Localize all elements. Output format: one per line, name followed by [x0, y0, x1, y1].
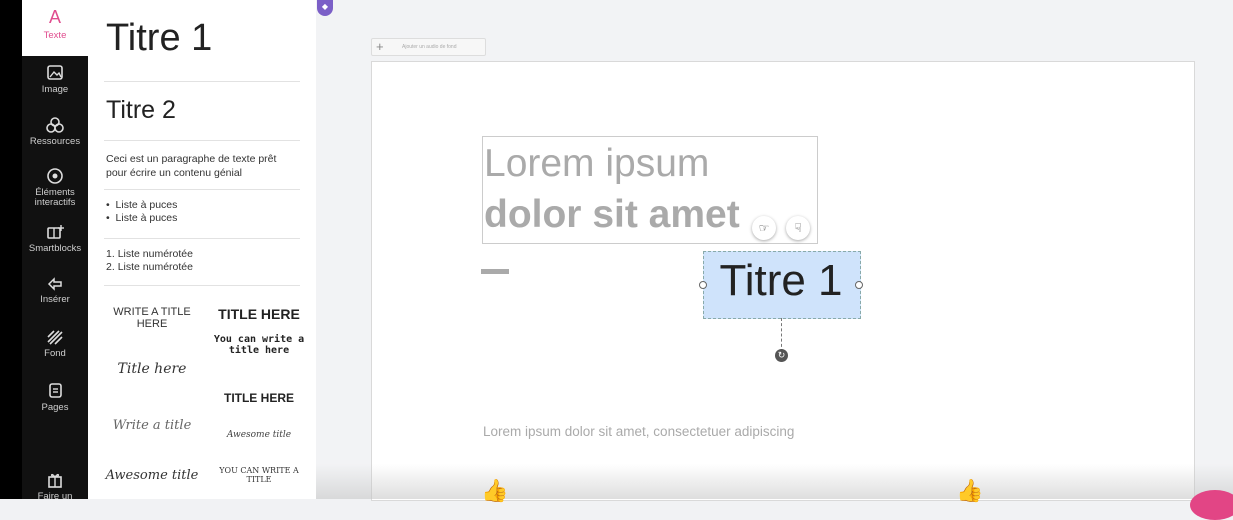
sidebar-item-label: Smartblocks — [28, 243, 82, 254]
divider-shape[interactable] — [481, 269, 509, 274]
list-item: 2. Liste numérotée — [106, 261, 193, 273]
sidebar-item-inserer[interactable]: Insérer — [22, 274, 88, 305]
title-template-a2[interactable]: Title here — [100, 355, 204, 383]
sidebar-item-elements-interactifs[interactable]: Éléments interactifs — [22, 167, 88, 208]
template-text: Title here — [117, 361, 187, 377]
template-text: Write a title — [112, 418, 192, 433]
text-icon: A — [48, 7, 61, 27]
bullet-list-style[interactable]: • Liste à puces • Liste à puces — [106, 199, 177, 225]
title-template-a3[interactable]: Write a title — [100, 412, 204, 439]
sidebar-item-image[interactable]: Image — [22, 64, 88, 95]
title-template-a1[interactable]: WRITE A TITLE HERE — [100, 300, 204, 336]
divider — [104, 285, 300, 286]
sidebar-item-label: Pages — [41, 402, 69, 413]
panel-collapse-badge[interactable]: ◆ — [317, 0, 333, 16]
sidebar-item-label: Image — [41, 84, 69, 95]
interactive-elements-icon — [47, 168, 63, 184]
link-hand-button[interactable]: ☟ — [786, 216, 810, 240]
title-template-b2[interactable]: You can write a title here — [206, 334, 312, 362]
sidebar-item-label: Faire un — [37, 491, 73, 502]
bullet-item-text: Liste à puces — [115, 212, 178, 224]
text-styles-panel: Titre 1 Titre 2 Ceci est un paragraphe d… — [88, 0, 317, 499]
pages-icon — [49, 383, 62, 398]
rotate-connector — [781, 318, 782, 352]
pointer-icon: ☟ — [794, 221, 802, 235]
template-text: TITLE HERE — [223, 391, 294, 405]
resize-handle-right[interactable] — [855, 281, 863, 289]
template-text: TITLE HERE — [218, 306, 300, 322]
template-text: WRITE A TITLE HERE — [113, 306, 191, 330]
add-background-label: Ajouter un audio de fond — [402, 44, 457, 50]
sidebar-item-faire-un[interactable]: Faire un — [22, 471, 88, 502]
sidebar-edge — [0, 0, 22, 499]
numbered-item-text: Liste numérotée — [117, 261, 193, 273]
template-text: You can write a title here — [213, 334, 305, 356]
sidebar-item-label: Insérer — [40, 294, 70, 305]
resources-icon — [46, 117, 64, 133]
thumbs-up-icon: 👍 — [481, 478, 509, 503]
thumbs-up-icon: 👍 — [956, 478, 984, 503]
title-template-b4[interactable]: Awesome title — [206, 424, 312, 440]
sidebar-item-pages[interactable]: Pages — [22, 382, 88, 413]
add-background-audio-button[interactable]: + Ajouter un audio de fond — [371, 38, 486, 56]
divider — [104, 140, 300, 141]
list-item: • Liste à puces — [106, 212, 178, 224]
divider — [104, 238, 300, 239]
drag-hand-button[interactable]: ☞ — [752, 216, 776, 240]
lorem-paragraph[interactable]: Lorem ipsum dolor sit amet, consectetuer… — [483, 424, 794, 439]
help-button[interactable] — [1190, 490, 1233, 520]
numbered-item-text: Liste numérotée — [117, 248, 193, 260]
template-text: Awesome title — [105, 468, 199, 483]
rotate-handle-icon[interactable]: ↻ — [775, 349, 788, 362]
image-icon — [47, 65, 63, 80]
lorem-heading-line1[interactable]: Lorem ipsum — [484, 142, 709, 186]
divider — [104, 81, 300, 82]
selected-title-text[interactable]: Titre 1 — [703, 256, 859, 306]
bullet-item-text: Liste à puces — [115, 199, 178, 211]
sidebar-item-ressources[interactable]: Ressources — [22, 116, 88, 147]
numbered-list-style[interactable]: 1. Liste numérotée 2. Liste numérotée — [106, 248, 193, 274]
smartblocks-icon — [47, 225, 64, 239]
sidebar-item-label: Ressources — [29, 136, 81, 147]
sidebar-item-smartblocks[interactable]: Smartblocks — [22, 223, 88, 254]
gift-icon — [48, 473, 62, 488]
title-template-b1[interactable]: TITLE HERE — [206, 300, 312, 322]
sidebar-item-texte[interactable]: A Texte — [22, 0, 88, 56]
title2-style[interactable]: Titre 2 — [106, 96, 176, 125]
tool-sidebar: A Texte Image Ressources Éléments intera… — [0, 0, 88, 502]
resize-handle-left[interactable] — [699, 281, 707, 289]
insert-icon — [47, 277, 62, 291]
list-item: • Liste à puces — [106, 199, 178, 211]
template-text: Awesome title — [226, 430, 292, 440]
template-text: YOU CAN WRITE A TITLE — [219, 466, 299, 484]
plus-icon: + — [376, 39, 384, 54]
bottom-shadow — [316, 464, 1233, 499]
sidebar-item-fond[interactable]: Fond — [22, 328, 88, 359]
title-template-b5[interactable]: YOU CAN WRITE A TITLE — [206, 466, 312, 490]
title1-style[interactable]: Titre 1 — [106, 17, 212, 60]
divider — [104, 189, 300, 190]
title-template-a4[interactable]: Awesome title — [100, 462, 204, 483]
hand-icon: ☞ — [758, 221, 770, 235]
lorem-heading-line2[interactable]: dolor sit amet — [484, 193, 740, 237]
background-icon — [47, 330, 63, 345]
paragraph-style[interactable]: Ceci est un paragraphe de texte prêt pou… — [106, 152, 296, 180]
list-item: 1. Liste numérotée — [106, 248, 193, 260]
sidebar-item-label: Texte — [43, 30, 67, 41]
title-template-b3[interactable]: TITLE HERE — [206, 385, 312, 405]
sidebar-item-label: interactifs — [34, 197, 76, 208]
sidebar-item-label: Fond — [44, 348, 66, 359]
